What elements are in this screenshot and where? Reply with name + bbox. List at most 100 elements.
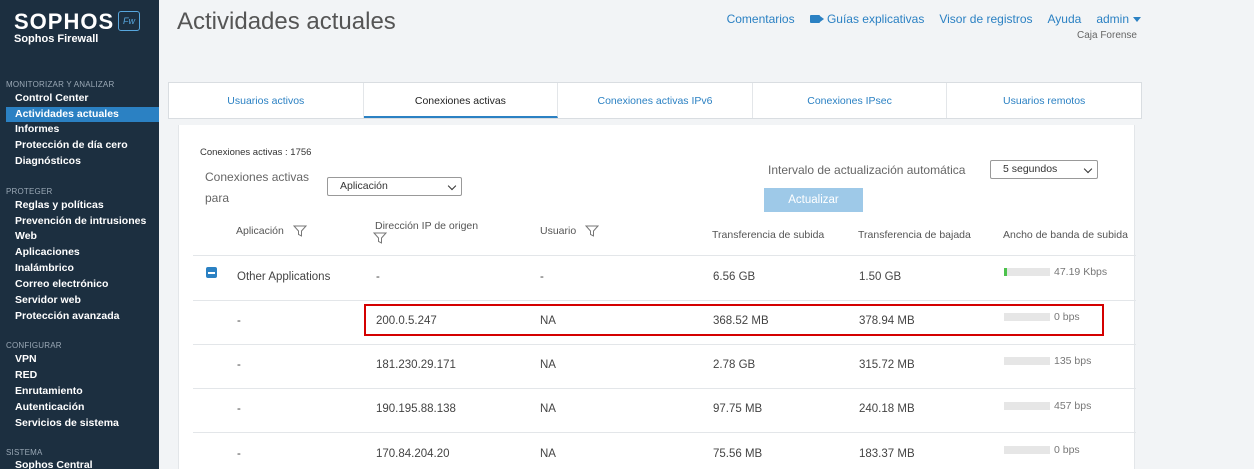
user-name: admin xyxy=(1096,12,1129,26)
main-content: Actividades actuales Comentarios Guías e… xyxy=(159,0,1254,469)
filter-icon[interactable] xyxy=(373,232,387,245)
tab-conexiones-ipv6[interactable]: Conexiones activas IPv6 xyxy=(558,83,753,118)
sidebar-item-reglas[interactable]: Reglas y políticas xyxy=(6,198,159,213)
tab-bar: Usuarios activos Conexiones activas Cone… xyxy=(168,82,1142,119)
group-by-select[interactable]: Aplicación xyxy=(327,177,462,196)
column-header-transferencia-subida[interactable]: Transferencia de subida xyxy=(712,229,824,241)
sidebar-item-intrusiones[interactable]: Prevención de intrusiones xyxy=(6,214,159,229)
filter-icon[interactable] xyxy=(585,225,600,238)
nav-section-title: CONFIGURAR xyxy=(6,341,62,350)
bandwidth-bar xyxy=(1004,402,1050,410)
guides-label: Guías explicativas xyxy=(826,12,925,26)
sophos-logo: SOPHOS Sophos Firewall xyxy=(14,9,114,45)
chevron-down-icon xyxy=(1083,164,1093,174)
cell-up: 6.56 GB xyxy=(713,271,756,283)
cell-up: 75.56 MB xyxy=(713,448,763,460)
group-by-label: Conexiones activas para xyxy=(205,170,310,205)
sidebar-item-vpn[interactable]: VPN xyxy=(6,352,159,367)
column-header-aplicacion[interactable]: Aplicación xyxy=(236,225,307,238)
divider xyxy=(193,300,1136,301)
cell-down: 1.50 GB xyxy=(859,271,902,283)
sidebar-item-proteccion-dia-cero[interactable]: Protección de día cero xyxy=(6,138,159,153)
tab-conexiones-activas[interactable]: Conexiones activas xyxy=(363,83,559,118)
firewall-badge-icon: Fw xyxy=(118,11,140,31)
cell-bandwidth: 457 bps xyxy=(1054,400,1092,412)
comments-link[interactable]: Comentarios xyxy=(727,12,795,26)
tab-usuarios-remotos[interactable]: Usuarios remotos xyxy=(947,83,1141,118)
page-title: Actividades actuales xyxy=(177,8,396,35)
refresh-interval-label: Intervalo de actualización automática xyxy=(768,163,966,177)
log-viewer-link[interactable]: Visor de registros xyxy=(939,12,1032,26)
sidebar-item-servidor-web[interactable]: Servidor web xyxy=(6,293,159,308)
group-by-value: Aplicación xyxy=(340,180,388,192)
header-label: Usuario xyxy=(540,225,577,237)
sidebar: SOPHOS Sophos Firewall Fw MONITORIZAR Y … xyxy=(0,0,159,469)
header-label: Aplicación xyxy=(236,225,284,237)
nav-section-title: SISTEMA xyxy=(6,448,43,457)
column-header-ip-origen[interactable]: Dirección IP de origen xyxy=(373,220,479,245)
header-label: Dirección IP de origen xyxy=(375,220,479,232)
sidebar-item-correo[interactable]: Correo electrónico xyxy=(6,277,159,292)
sidebar-item-inalambrico[interactable]: Inalámbrico xyxy=(6,261,159,276)
column-header-transferencia-bajada[interactable]: Transferencia de bajada xyxy=(858,229,971,241)
video-camera-icon xyxy=(809,15,824,23)
sidebar-item-red[interactable]: RED xyxy=(6,368,159,383)
cell-user: NA xyxy=(540,448,556,460)
cell-bandwidth: 135 bps xyxy=(1054,355,1092,367)
column-header-usuario[interactable]: Usuario xyxy=(540,225,600,238)
cell-up: 2.78 GB xyxy=(713,359,756,371)
filter-icon[interactable] xyxy=(292,225,307,238)
refresh-interval-value: 5 segundos xyxy=(1003,163,1058,175)
cell-app: - xyxy=(237,403,241,415)
sidebar-item-informes[interactable]: Informes xyxy=(6,122,159,137)
cell-up: 97.75 MB xyxy=(713,403,763,415)
cell-ip: 181.230.29.171 xyxy=(376,359,456,371)
top-navigation: Comentarios Guías explicativas Visor de … xyxy=(727,12,1141,26)
guides-link[interactable]: Guías explicativas xyxy=(809,12,925,26)
sidebar-item-web[interactable]: Web xyxy=(6,229,159,244)
bandwidth-bar xyxy=(1004,357,1050,365)
sidebar-item-autenticacion[interactable]: Autenticación xyxy=(6,400,159,415)
cell-user: - xyxy=(540,271,544,283)
bandwidth-bar-fill xyxy=(1004,268,1007,276)
user-menu[interactable]: admin xyxy=(1096,12,1141,26)
cell-ip: - xyxy=(376,271,380,283)
sidebar-item-actividades-actuales[interactable]: Actividades actuales xyxy=(6,107,159,122)
collapse-icon[interactable] xyxy=(206,267,217,278)
column-header-ancho-banda[interactable]: Ancho de banda de subida xyxy=(1003,229,1128,241)
divider xyxy=(193,255,1136,256)
cell-ip: 190.195.88.138 xyxy=(376,403,456,415)
cell-down: 183.37 MB xyxy=(859,448,915,460)
nav-section-title: MONITORIZAR Y ANALIZAR xyxy=(6,80,115,89)
refresh-button[interactable]: Actualizar xyxy=(764,188,863,212)
connection-count: Conexiones activas : 1756 xyxy=(200,147,312,158)
cell-user: NA xyxy=(540,359,556,371)
refresh-interval-select[interactable]: 5 segundos xyxy=(990,160,1098,179)
tab-usuarios-activos[interactable]: Usuarios activos xyxy=(169,83,364,118)
help-link[interactable]: Ayuda xyxy=(1048,12,1082,26)
sidebar-item-diagnosticos[interactable]: Diagnósticos xyxy=(6,154,159,169)
tab-conexiones-ipsec[interactable]: Conexiones IPsec xyxy=(753,83,948,118)
cell-down: 315.72 MB xyxy=(859,359,915,371)
nav-section-title: PROTEGER xyxy=(6,187,53,196)
sidebar-item-enrutamiento[interactable]: Enrutamiento xyxy=(6,384,159,399)
cell-app: - xyxy=(237,315,241,327)
connections-panel: Conexiones activas : 1756 Conexiones act… xyxy=(178,125,1136,469)
cell-app: - xyxy=(237,448,241,460)
divider xyxy=(193,432,1136,433)
logo-wordmark: SOPHOS xyxy=(14,9,115,34)
cell-user: NA xyxy=(540,403,556,415)
sidebar-item-servicios[interactable]: Servicios de sistema xyxy=(6,416,159,431)
organization-name: Caja Forense xyxy=(1076,30,1137,41)
sidebar-item-sophos-central[interactable]: Sophos Central xyxy=(6,458,159,469)
sidebar-item-proteccion-avanzada[interactable]: Protección avanzada xyxy=(6,309,159,324)
bandwidth-bar xyxy=(1004,268,1050,276)
bandwidth-bar xyxy=(1004,446,1050,454)
cell-bandwidth: 0 bps xyxy=(1054,444,1080,456)
chevron-down-icon xyxy=(1133,17,1141,23)
cell-app: - xyxy=(237,359,241,371)
chevron-down-icon xyxy=(447,181,457,191)
sidebar-item-aplicaciones[interactable]: Aplicaciones xyxy=(6,245,159,260)
cell-down: 240.18 MB xyxy=(859,403,915,415)
sidebar-item-control-center[interactable]: Control Center xyxy=(6,91,159,106)
